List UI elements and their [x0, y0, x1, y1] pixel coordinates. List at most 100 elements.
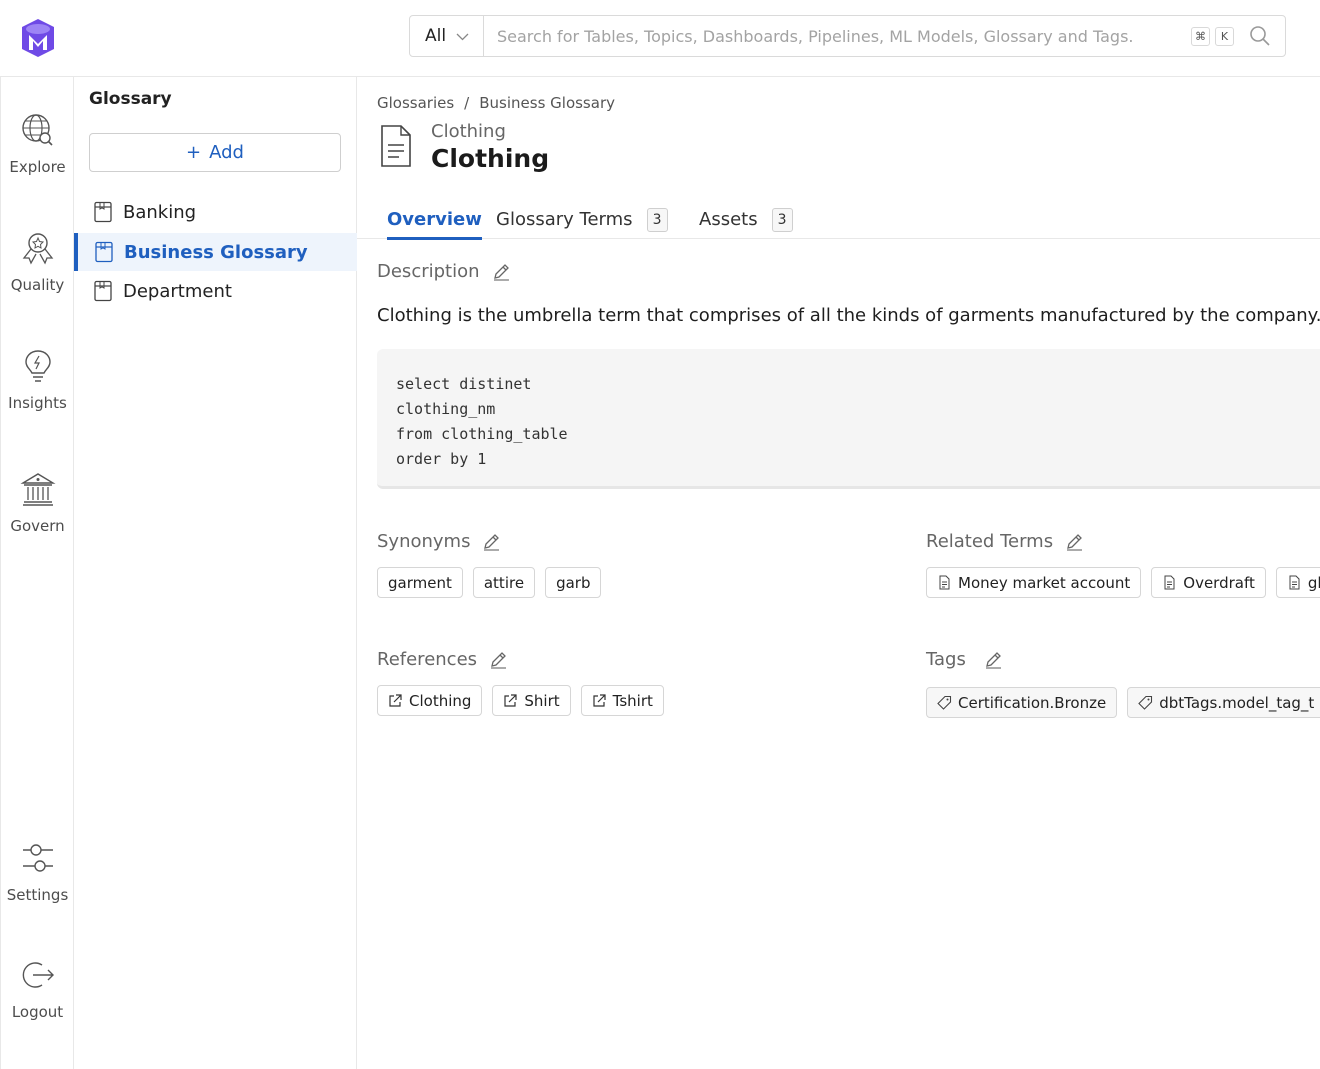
- related-term-chip[interactable]: Overdraft: [1151, 567, 1266, 598]
- globe-search-icon: [21, 114, 53, 146]
- external-link-icon: [593, 694, 606, 707]
- reference-label: Clothing: [409, 691, 472, 710]
- edit-icon[interactable]: [1065, 532, 1084, 551]
- bank-building-icon: [19, 473, 56, 506]
- tags-header: Tags: [926, 649, 1003, 670]
- edit-icon[interactable]: [482, 532, 501, 551]
- glossary-panel: Glossary + Add Banking Business Glossary…: [74, 77, 357, 1069]
- entity-subtitle: Clothing: [431, 121, 506, 142]
- reference-label: Tshirt: [612, 691, 653, 710]
- search-input[interactable]: [484, 17, 1191, 55]
- reference-link[interactable]: Tshirt: [580, 685, 664, 716]
- breadcrumb-glossaries[interactable]: Glossaries: [377, 94, 454, 112]
- reference-link[interactable]: Shirt: [492, 685, 571, 716]
- related-term-chip[interactable]: Money market account: [926, 567, 1142, 598]
- app-logo[interactable]: [20, 18, 56, 58]
- sliders-icon: [22, 844, 53, 872]
- tab-glossary-terms-label: Glossary Terms: [496, 209, 633, 230]
- document-icon: [381, 125, 411, 167]
- related-term-label: Money market account: [958, 573, 1131, 592]
- tab-count-badge: 3: [646, 207, 668, 232]
- tags-list: Certification.Bronze dbtTags.model_tag_t: [926, 687, 1320, 718]
- tag-chip[interactable]: Certification.Bronze: [926, 687, 1118, 718]
- tag-icon: [937, 695, 952, 710]
- breadcrumb: Glossaries / Business Glossary: [377, 94, 615, 112]
- shortcut-cmd-key: ⌘: [1191, 26, 1210, 46]
- search-icon[interactable]: [1249, 25, 1271, 47]
- tab-assets[interactable]: Assets 3: [699, 201, 793, 238]
- tag-icon: [1138, 695, 1153, 710]
- synonyms-header: Synonyms: [377, 531, 501, 552]
- glossary-panel-title: Glossary: [89, 89, 172, 109]
- external-link-icon: [504, 694, 518, 707]
- tags-label: Tags: [926, 649, 966, 670]
- related-term-label: Overdraft: [1183, 573, 1255, 592]
- left-nav-rail: Explore Quality Insights Govern Settings…: [0, 77, 74, 1069]
- tab-glossary-terms[interactable]: Glossary Terms 3: [496, 201, 668, 238]
- glossary-item-label: Business Glossary: [124, 241, 308, 263]
- lightbulb-icon: [24, 350, 51, 382]
- tab-count-badge: 3: [771, 207, 793, 232]
- nav-govern-label: Govern: [10, 517, 65, 535]
- description-header: Description: [377, 261, 511, 282]
- description-label: Description: [377, 261, 480, 282]
- tag-chip[interactable]: dbtTags.model_tag_t: [1127, 687, 1320, 718]
- tag-label: Certification.Bronze: [958, 693, 1107, 712]
- tag-label: dbtTags.model_tag_t: [1159, 693, 1315, 712]
- global-search: All ⌘ K: [409, 15, 1286, 57]
- synonym-chip[interactable]: attire: [472, 567, 536, 598]
- references-header: References: [377, 649, 508, 670]
- search-scope-select[interactable]: All: [410, 16, 484, 56]
- tab-overview-label: Overview: [387, 209, 482, 230]
- document-icon: [1289, 575, 1300, 590]
- nav-settings[interactable]: Settings: [1, 840, 74, 904]
- related-terms-header: Related Terms: [926, 531, 1084, 552]
- glossary-item-banking[interactable]: Banking: [74, 193, 357, 231]
- related-term-chip[interactable]: gl: [1275, 567, 1320, 598]
- nav-logout[interactable]: Logout: [1, 957, 74, 1021]
- book-icon: [94, 201, 112, 223]
- glossary-item-business-glossary[interactable]: Business Glossary: [74, 233, 357, 271]
- chevron-down-icon: [456, 33, 469, 40]
- reference-link[interactable]: Clothing: [377, 685, 483, 716]
- external-link-icon: [389, 694, 402, 707]
- badge-icon: [22, 233, 53, 265]
- breadcrumb-business-glossary[interactable]: Business Glossary: [479, 94, 615, 112]
- nav-explore-label: Explore: [9, 158, 66, 176]
- references-list: Clothing Shirt Tshirt: [377, 685, 664, 716]
- edit-icon[interactable]: [492, 262, 511, 281]
- book-icon: [94, 280, 112, 302]
- breadcrumb-separator: /: [464, 94, 470, 112]
- add-glossary-label: Add: [209, 142, 244, 163]
- nav-settings-label: Settings: [6, 886, 69, 904]
- edit-icon[interactable]: [489, 650, 508, 669]
- glossary-item-department[interactable]: Department: [74, 272, 357, 310]
- nav-govern[interactable]: Govern: [1, 471, 74, 535]
- main-content: Glossaries / Business Glossary Clothing …: [357, 77, 1320, 1069]
- reference-label: Shirt: [524, 691, 560, 710]
- glossary-item-label: Banking: [123, 201, 197, 223]
- related-terms-label: Related Terms: [926, 531, 1054, 552]
- add-glossary-button[interactable]: + Add: [89, 133, 341, 172]
- tab-assets-label: Assets: [699, 209, 758, 230]
- nav-quality[interactable]: Quality: [1, 230, 74, 294]
- related-term-label: gl: [1307, 573, 1320, 592]
- nav-quality-label: Quality: [10, 276, 65, 294]
- edit-icon[interactable]: [984, 650, 1003, 669]
- glossary-item-label: Department: [123, 280, 232, 302]
- page-title: Clothing: [431, 144, 550, 173]
- plus-icon: +: [186, 142, 202, 163]
- top-bar: All ⌘ K: [0, 0, 1320, 77]
- document-icon: [1164, 575, 1175, 590]
- book-icon: [95, 241, 113, 263]
- related-terms-list: Money market account Overdraft gl: [926, 567, 1320, 598]
- synonym-chip[interactable]: garb: [545, 567, 602, 598]
- nav-insights-label: Insights: [8, 394, 67, 412]
- search-scope-value: All: [425, 26, 447, 46]
- logout-icon: [22, 962, 54, 988]
- tab-overview[interactable]: Overview: [387, 201, 482, 240]
- synonym-chip[interactable]: garment: [377, 567, 463, 598]
- nav-explore[interactable]: Explore: [1, 112, 74, 176]
- nav-insights[interactable]: Insights: [1, 348, 74, 412]
- synonyms-list: garment attire garb: [377, 567, 602, 598]
